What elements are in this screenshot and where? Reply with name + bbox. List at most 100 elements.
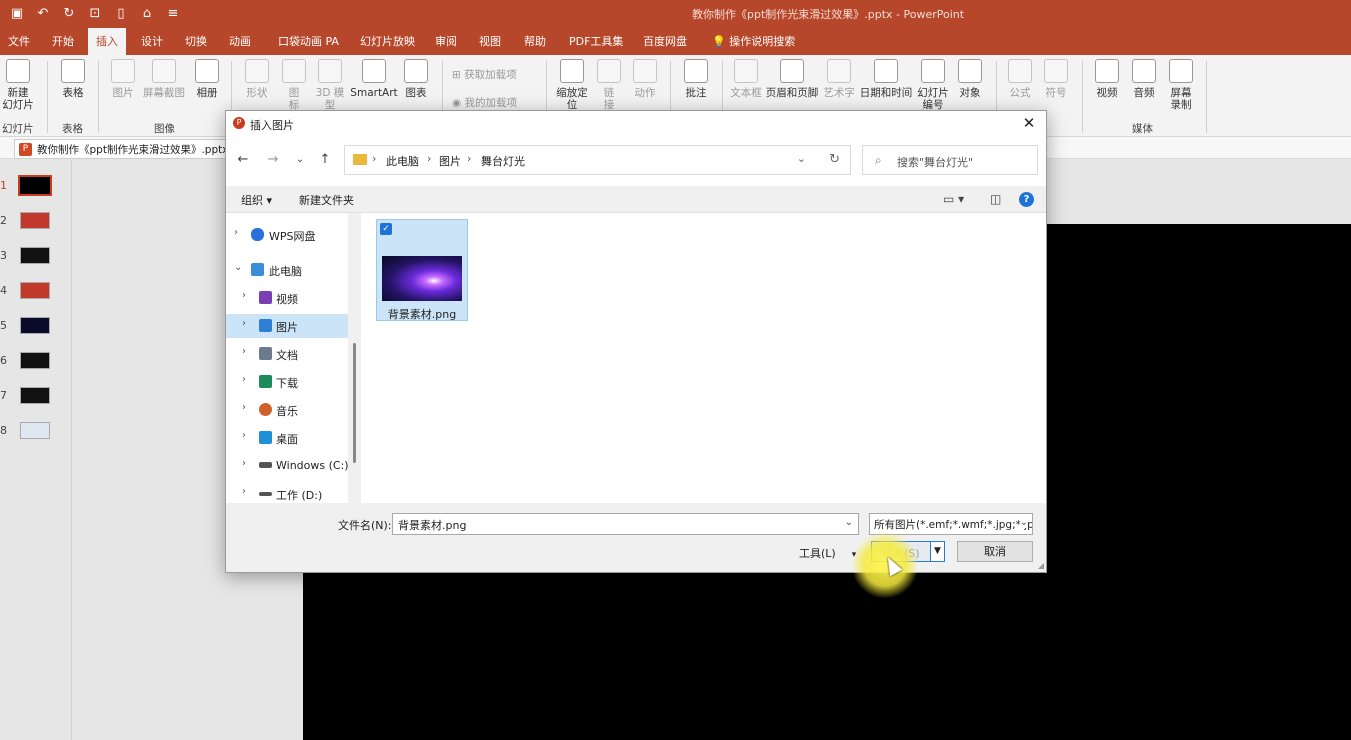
group-label-slides: 幻灯片 [2,123,34,135]
comment-button[interactable]: 批注 [674,59,718,99]
star-icon [633,59,657,83]
save-icon[interactable]: ▣ [6,5,28,23]
smartart-button[interactable]: SmartArt [350,59,398,99]
new-folder-button[interactable]: 新建文件夹 [299,192,354,208]
tab-review[interactable]: 审阅 [427,28,465,55]
cube-icon [318,59,342,83]
table-button[interactable]: 表格 [51,59,95,99]
document-tab[interactable]: P 教你制作《ppt制作光束滑过效果》.pptx [14,139,226,159]
start-from-beginning-icon[interactable]: ⊡ [84,5,106,23]
resize-grip-icon[interactable]: ◢ [1038,561,1044,570]
open-file-icon[interactable]: ⌂ [136,5,158,23]
slide-thumbnail[interactable]: 7 [0,385,72,409]
organize-button[interactable]: 组织 ▾ [241,192,272,208]
breadcrumb-stage-lights[interactable]: 舞台灯光 [481,153,525,169]
new-file-icon[interactable]: ▯ [110,5,132,23]
get-addins-button[interactable]: ⊞ 获取加载项 [452,67,517,82]
tab-view[interactable]: 视图 [471,28,509,55]
chevron-right-icon: › [242,486,246,497]
nav-item-pictures[interactable]: › 图片 [226,314,348,338]
tab-help[interactable]: 帮助 [516,28,554,55]
window-title: 教你制作《ppt制作光束滑过效果》.pptx - PowerPoint [692,8,965,21]
object-button[interactable]: 对象 [948,59,992,99]
speaker-icon [1132,59,1156,83]
3d-model-button[interactable]: 3D 模 型 [308,59,352,111]
nav-item-downloads[interactable]: › 下载 [226,370,348,394]
nav-item-drive-d[interactable]: › 工作 (D:) [226,482,348,503]
chart-button[interactable]: 图表 [394,59,438,99]
slide-thumbnail[interactable]: 1 [0,175,72,199]
tab-file[interactable]: 文件 [0,28,38,55]
datetime-button[interactable]: 日期和时间 [857,59,915,99]
address-bar[interactable]: › 此电脑 › 图片 › 舞台灯光 ⌄ ↻ [344,145,851,175]
wordart-button[interactable]: 艺术字 [817,59,861,99]
symbol-button[interactable]: 符号 [1034,59,1078,99]
preview-pane-icon[interactable]: ◫ [990,192,1001,206]
textbox-button[interactable]: 文本框 [724,59,768,99]
nav-item-this-pc[interactable]: ⌄ 此电脑 [226,258,348,282]
slide-thumbnail-panel[interactable]: 1 2 3 4 5 6 7 8 [0,160,72,740]
chevron-right-icon: › [372,152,377,165]
tab-pocket-animation[interactable]: 口袋动画 PA [270,28,347,55]
breadcrumb-pictures[interactable]: 图片 [439,153,461,169]
action-button[interactable]: 动作 [623,59,667,99]
my-addins-button[interactable]: ◉ 我的加载项 [452,95,517,110]
nav-item-music[interactable]: › 音乐 [226,398,348,422]
picture-button[interactable]: 图片 [101,59,145,99]
nav-item-documents[interactable]: › 文档 [226,342,348,366]
scrollbar-thumb[interactable] [353,343,356,463]
slide-thumbnail[interactable]: 8 [0,420,72,444]
tab-pdf-tools[interactable]: PDF工具集 [561,28,631,55]
undo-icon[interactable]: ↶ [32,5,54,23]
chevron-right-icon: › [242,346,246,357]
tools-dropdown[interactable]: 工具(L)▾ [799,545,856,561]
breadcrumb-this-pc[interactable]: 此电脑 [386,153,419,169]
customize-qat-icon[interactable]: ≡ [162,5,184,23]
file-list-pane[interactable]: ✓ 背景素材.png [361,213,1046,503]
tab-design[interactable]: 设计 [133,28,171,55]
slide-thumbnail[interactable]: 3 [0,245,72,269]
slide-thumbnail[interactable]: 6 [0,350,72,374]
file-item[interactable]: ✓ 背景素材.png [376,219,468,321]
chevron-down-icon[interactable]: ⌄ [797,152,806,165]
ribbon-tab-bar: 文件 开始 插入 设计 切换 动画 口袋动画 PA 幻灯片放映 审阅 视图 帮助… [0,28,1351,55]
search-box[interactable]: ⌕ 搜索"舞台灯光" [862,145,1038,175]
quick-access-toolbar: ▣ ↶ ↻ ⊡ ▯ ⌂ ≡ [6,5,184,23]
tab-slideshow[interactable]: 幻灯片放映 [352,28,423,55]
back-arrow-icon[interactable]: ← [234,151,252,169]
up-arrow-icon[interactable]: ↑ [316,151,334,169]
redo-icon[interactable]: ↻ [58,5,80,23]
new-slide-button[interactable]: 新建 幻灯片 [0,59,40,111]
nav-item-drive-c[interactable]: › Windows (C:) [226,454,348,478]
slide-thumbnail[interactable]: 4 [0,280,72,304]
tab-home[interactable]: 开始 [44,28,82,55]
forward-arrow-icon[interactable]: → [264,151,282,169]
tab-baidu-netdisk[interactable]: 百度网盘 [635,28,695,55]
header-footer-button[interactable]: 页眉和页脚 [764,59,820,99]
filename-input[interactable]: 背景素材.png ⌄ [392,513,859,535]
screenshot-button[interactable]: 屏幕截图 [142,59,186,99]
tab-insert[interactable]: 插入 [88,28,126,55]
insert-options-caret-icon[interactable]: ▼ [930,542,944,561]
navigation-pane[interactable]: › WPS网盘 ⌄ 此电脑 › 视频 › 图片 › 文档 › 下载 › 音乐 › 桌面 › Win… [226,213,348,503]
chevron-down-icon[interactable]: ⌄ [845,517,853,528]
nav-item-videos[interactable]: › 视频 [226,286,348,310]
tab-transitions[interactable]: 切换 [177,28,215,55]
slide-thumbnail[interactable]: 2 [0,210,72,234]
checkbox-checked-icon[interactable]: ✓ [380,223,392,235]
slide-thumbnail[interactable]: 5 [0,315,72,339]
close-button[interactable]: ✕ [1018,113,1040,133]
tab-animations[interactable]: 动画 [221,28,259,55]
refresh-icon[interactable]: ↻ [829,152,840,167]
navigation-scrollbar[interactable] [350,213,360,503]
file-type-filter[interactable]: 所有图片(*.emf;*.wmf;*.jpg;*.jp ⌄ [869,513,1033,535]
help-icon[interactable]: ? [1019,192,1034,207]
tell-me-search[interactable]: 💡 操作说明搜索 [704,28,803,55]
album-button[interactable]: 相册 [185,59,229,99]
cancel-button[interactable]: 取消 [957,541,1033,562]
recent-locations-chevron-icon[interactable]: ⌄ [291,151,309,169]
view-options-icon[interactable]: ▭ ▾ [943,192,964,206]
nav-item-wps-cloud[interactable]: › WPS网盘 [226,223,348,247]
nav-item-desktop[interactable]: › 桌面 [226,426,348,450]
screen-record-button[interactable]: 屏幕 录制 [1159,59,1203,111]
